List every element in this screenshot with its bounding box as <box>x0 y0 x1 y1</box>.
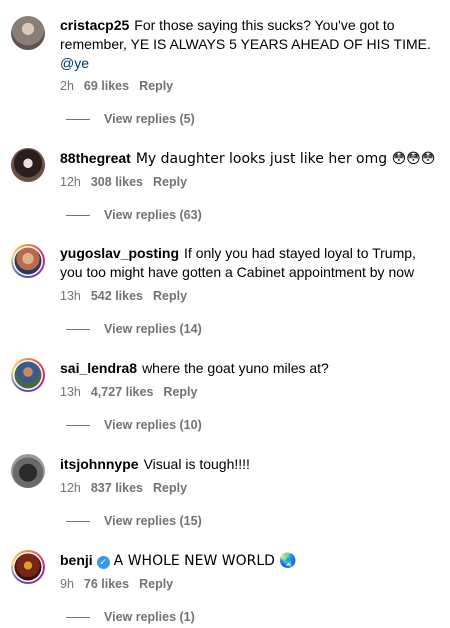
comment-username[interactable]: cristacp25 <box>60 17 129 33</box>
reply-button[interactable]: Reply <box>163 385 197 399</box>
view-replies-label: View replies (63) <box>104 208 202 222</box>
reply-button[interactable]: Reply <box>139 577 173 591</box>
view-replies-label: View replies (1) <box>104 610 195 624</box>
comment-body: A WHOLE NEW WORLD 🌏 <box>113 553 297 569</box>
likes-count[interactable]: 69 likes <box>84 79 129 93</box>
profile-photo-icon <box>11 148 45 182</box>
likes-count[interactable]: 542 likes <box>91 289 143 303</box>
likes-count[interactable]: 837 likes <box>91 481 143 495</box>
divider-line <box>66 617 90 619</box>
comment-username[interactable]: itsjohnnype <box>60 456 139 472</box>
view-replies-button[interactable]: View replies (10) <box>66 417 202 433</box>
profile-photo-icon <box>11 454 45 488</box>
profile-photo-icon <box>13 246 43 276</box>
comment-meta: 13h 4,727 likes Reply <box>60 384 207 400</box>
comment-time: 12h <box>60 481 81 495</box>
comment-time: 9h <box>60 577 74 591</box>
comment-body: Visual is tough!!!! <box>143 456 250 472</box>
comment-text: sai_lendra8 where the goat yuno miles at? <box>60 359 440 378</box>
comment-meta: 12h 308 likes Reply <box>60 174 197 190</box>
comment-meta: 9h 76 likes Reply <box>60 576 183 592</box>
avatar[interactable] <box>11 358 45 392</box>
avatar[interactable] <box>11 244 45 278</box>
reply-button[interactable]: Reply <box>153 481 187 495</box>
view-replies-button[interactable]: View replies (1) <box>66 609 195 625</box>
mention-link[interactable]: @ye <box>60 55 89 71</box>
comment-time: 12h <box>60 175 81 189</box>
reply-button[interactable]: Reply <box>153 175 187 189</box>
view-replies-button[interactable]: View replies (14) <box>66 321 202 337</box>
comment-meta: 2h 69 likes Reply <box>60 78 183 94</box>
comment-text: benji ✓ A WHOLE NEW WORLD 🌏 <box>60 551 440 571</box>
likes-count[interactable]: 4,727 likes <box>91 385 154 399</box>
view-replies-label: View replies (10) <box>104 418 202 432</box>
comment-meta: 13h 542 likes Reply <box>60 288 197 304</box>
comment-username[interactable]: benji <box>60 552 93 568</box>
avatar[interactable] <box>11 16 45 50</box>
comment-body: where the goat yuno miles at? <box>142 360 329 376</box>
comment-text: 88thegreat My daughter looks just like he… <box>60 149 440 169</box>
avatar[interactable] <box>11 148 45 182</box>
view-replies-label: View replies (14) <box>104 322 202 336</box>
likes-count[interactable]: 76 likes <box>84 577 129 591</box>
divider-line <box>66 215 90 217</box>
reply-button[interactable]: Reply <box>153 289 187 303</box>
profile-photo-icon <box>11 16 45 50</box>
reply-button[interactable]: Reply <box>139 79 173 93</box>
comment-username[interactable]: sai_lendra8 <box>60 360 137 376</box>
view-replies-button[interactable]: View replies (15) <box>66 513 202 529</box>
comment-text: itsjohnnype Visual is tough!!!! <box>60 455 440 474</box>
comment-time: 13h <box>60 289 81 303</box>
comment-username[interactable]: 88thegreat <box>60 150 131 166</box>
comment-meta: 12h 837 likes Reply <box>60 480 197 496</box>
comment-body: My daughter looks just like her omg 😳😳😳 <box>135 151 436 167</box>
verified-badge-icon: ✓ <box>96 556 110 569</box>
comment-text: cristacp25 For those saying this sucks? Y… <box>60 16 440 73</box>
view-replies-label: View replies (5) <box>104 112 195 126</box>
profile-photo-icon <box>13 360 43 390</box>
divider-line <box>66 521 90 523</box>
avatar[interactable] <box>11 454 45 488</box>
avatar[interactable] <box>11 550 45 584</box>
comment-time: 13h <box>60 385 81 399</box>
view-replies-label: View replies (15) <box>104 514 202 528</box>
comment-username[interactable]: yugoslav_posting <box>60 245 179 261</box>
view-replies-button[interactable]: View replies (63) <box>66 207 202 223</box>
view-replies-button[interactable]: View replies (5) <box>66 111 195 127</box>
profile-photo-icon <box>13 552 43 582</box>
likes-count[interactable]: 308 likes <box>91 175 143 189</box>
comment-time: 2h <box>60 79 74 93</box>
divider-line <box>66 425 90 427</box>
divider-line <box>66 119 90 121</box>
divider-line <box>66 329 90 331</box>
comment-text: yugoslav_posting If only you had stayed l… <box>60 244 440 282</box>
